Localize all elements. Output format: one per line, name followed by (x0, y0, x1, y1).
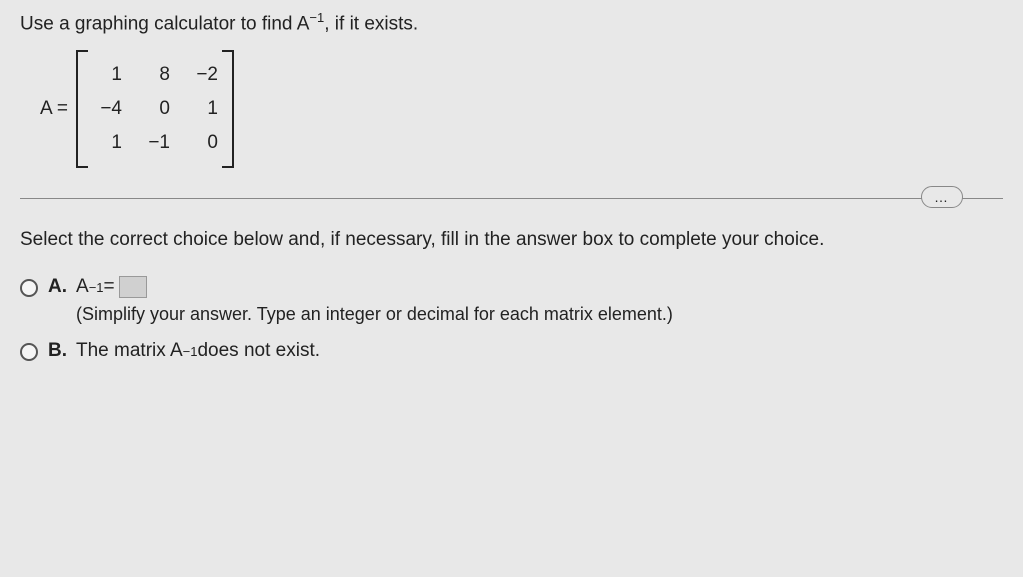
section-divider (20, 198, 1003, 199)
choice-a-exponent: −1 (89, 280, 104, 295)
choice-a-body: A−1 = (Simplify your answer. Type an int… (76, 276, 673, 325)
matrix-definition: A = 1 8 −2 −4 0 1 1 −1 0 (40, 50, 1003, 168)
matrix-cell: −4 (92, 98, 122, 120)
radio-a[interactable] (20, 279, 38, 297)
matrix-cell: 1 (188, 98, 218, 120)
matrix-cell: 8 (140, 64, 170, 86)
choice-b-body: The matrix A−1 does not exist. (76, 340, 320, 362)
matrix-cell: 1 (92, 132, 122, 154)
choice-a-prefix: A (76, 276, 89, 298)
matrix-label: A = (40, 98, 68, 120)
question-exponent: −1 (309, 10, 324, 25)
choice-b: B. The matrix A−1 does not exist. (20, 340, 1003, 362)
matrix-cell: 1 (92, 64, 122, 86)
choice-a-hint: (Simplify your answer. Type an integer o… (76, 304, 673, 325)
matrix-cell: −2 (188, 64, 218, 86)
choice-b-text: The matrix A−1 does not exist. (76, 340, 320, 362)
question-suffix: , if it exists. (324, 13, 418, 34)
choice-a-equals: = (104, 276, 115, 298)
question-prefix: Use a graphing calculator to find A (20, 13, 309, 34)
choice-b-prefix: The matrix A (76, 340, 183, 362)
matrix-row: −4 0 1 (92, 92, 218, 126)
instruction-text: Select the correct choice below and, if … (20, 229, 1003, 251)
divider-container: … (20, 198, 1003, 199)
question-text: Use a graphing calculator to find A−1, i… (20, 10, 1003, 35)
matrix-row: 1 8 −2 (92, 58, 218, 92)
choice-a: A. A−1 = (Simplify your answer. Type an … (20, 276, 1003, 325)
choice-b-exponent: −1 (183, 344, 198, 359)
matrix-cell: −1 (140, 132, 170, 154)
choice-a-expression: A−1 = (76, 276, 673, 298)
choice-a-letter: A. (48, 276, 68, 298)
radio-b[interactable] (20, 343, 38, 361)
matrix-bracket: 1 8 −2 −4 0 1 1 −1 0 (76, 50, 234, 168)
answer-input-box[interactable] (119, 276, 147, 298)
matrix-cell: 0 (188, 132, 218, 154)
matrix-cell: 0 (140, 98, 170, 120)
choice-b-suffix: does not exist. (197, 340, 320, 362)
matrix-row: 1 −1 0 (92, 126, 218, 160)
choice-b-letter: B. (48, 340, 68, 362)
more-options-button[interactable]: … (921, 186, 963, 208)
